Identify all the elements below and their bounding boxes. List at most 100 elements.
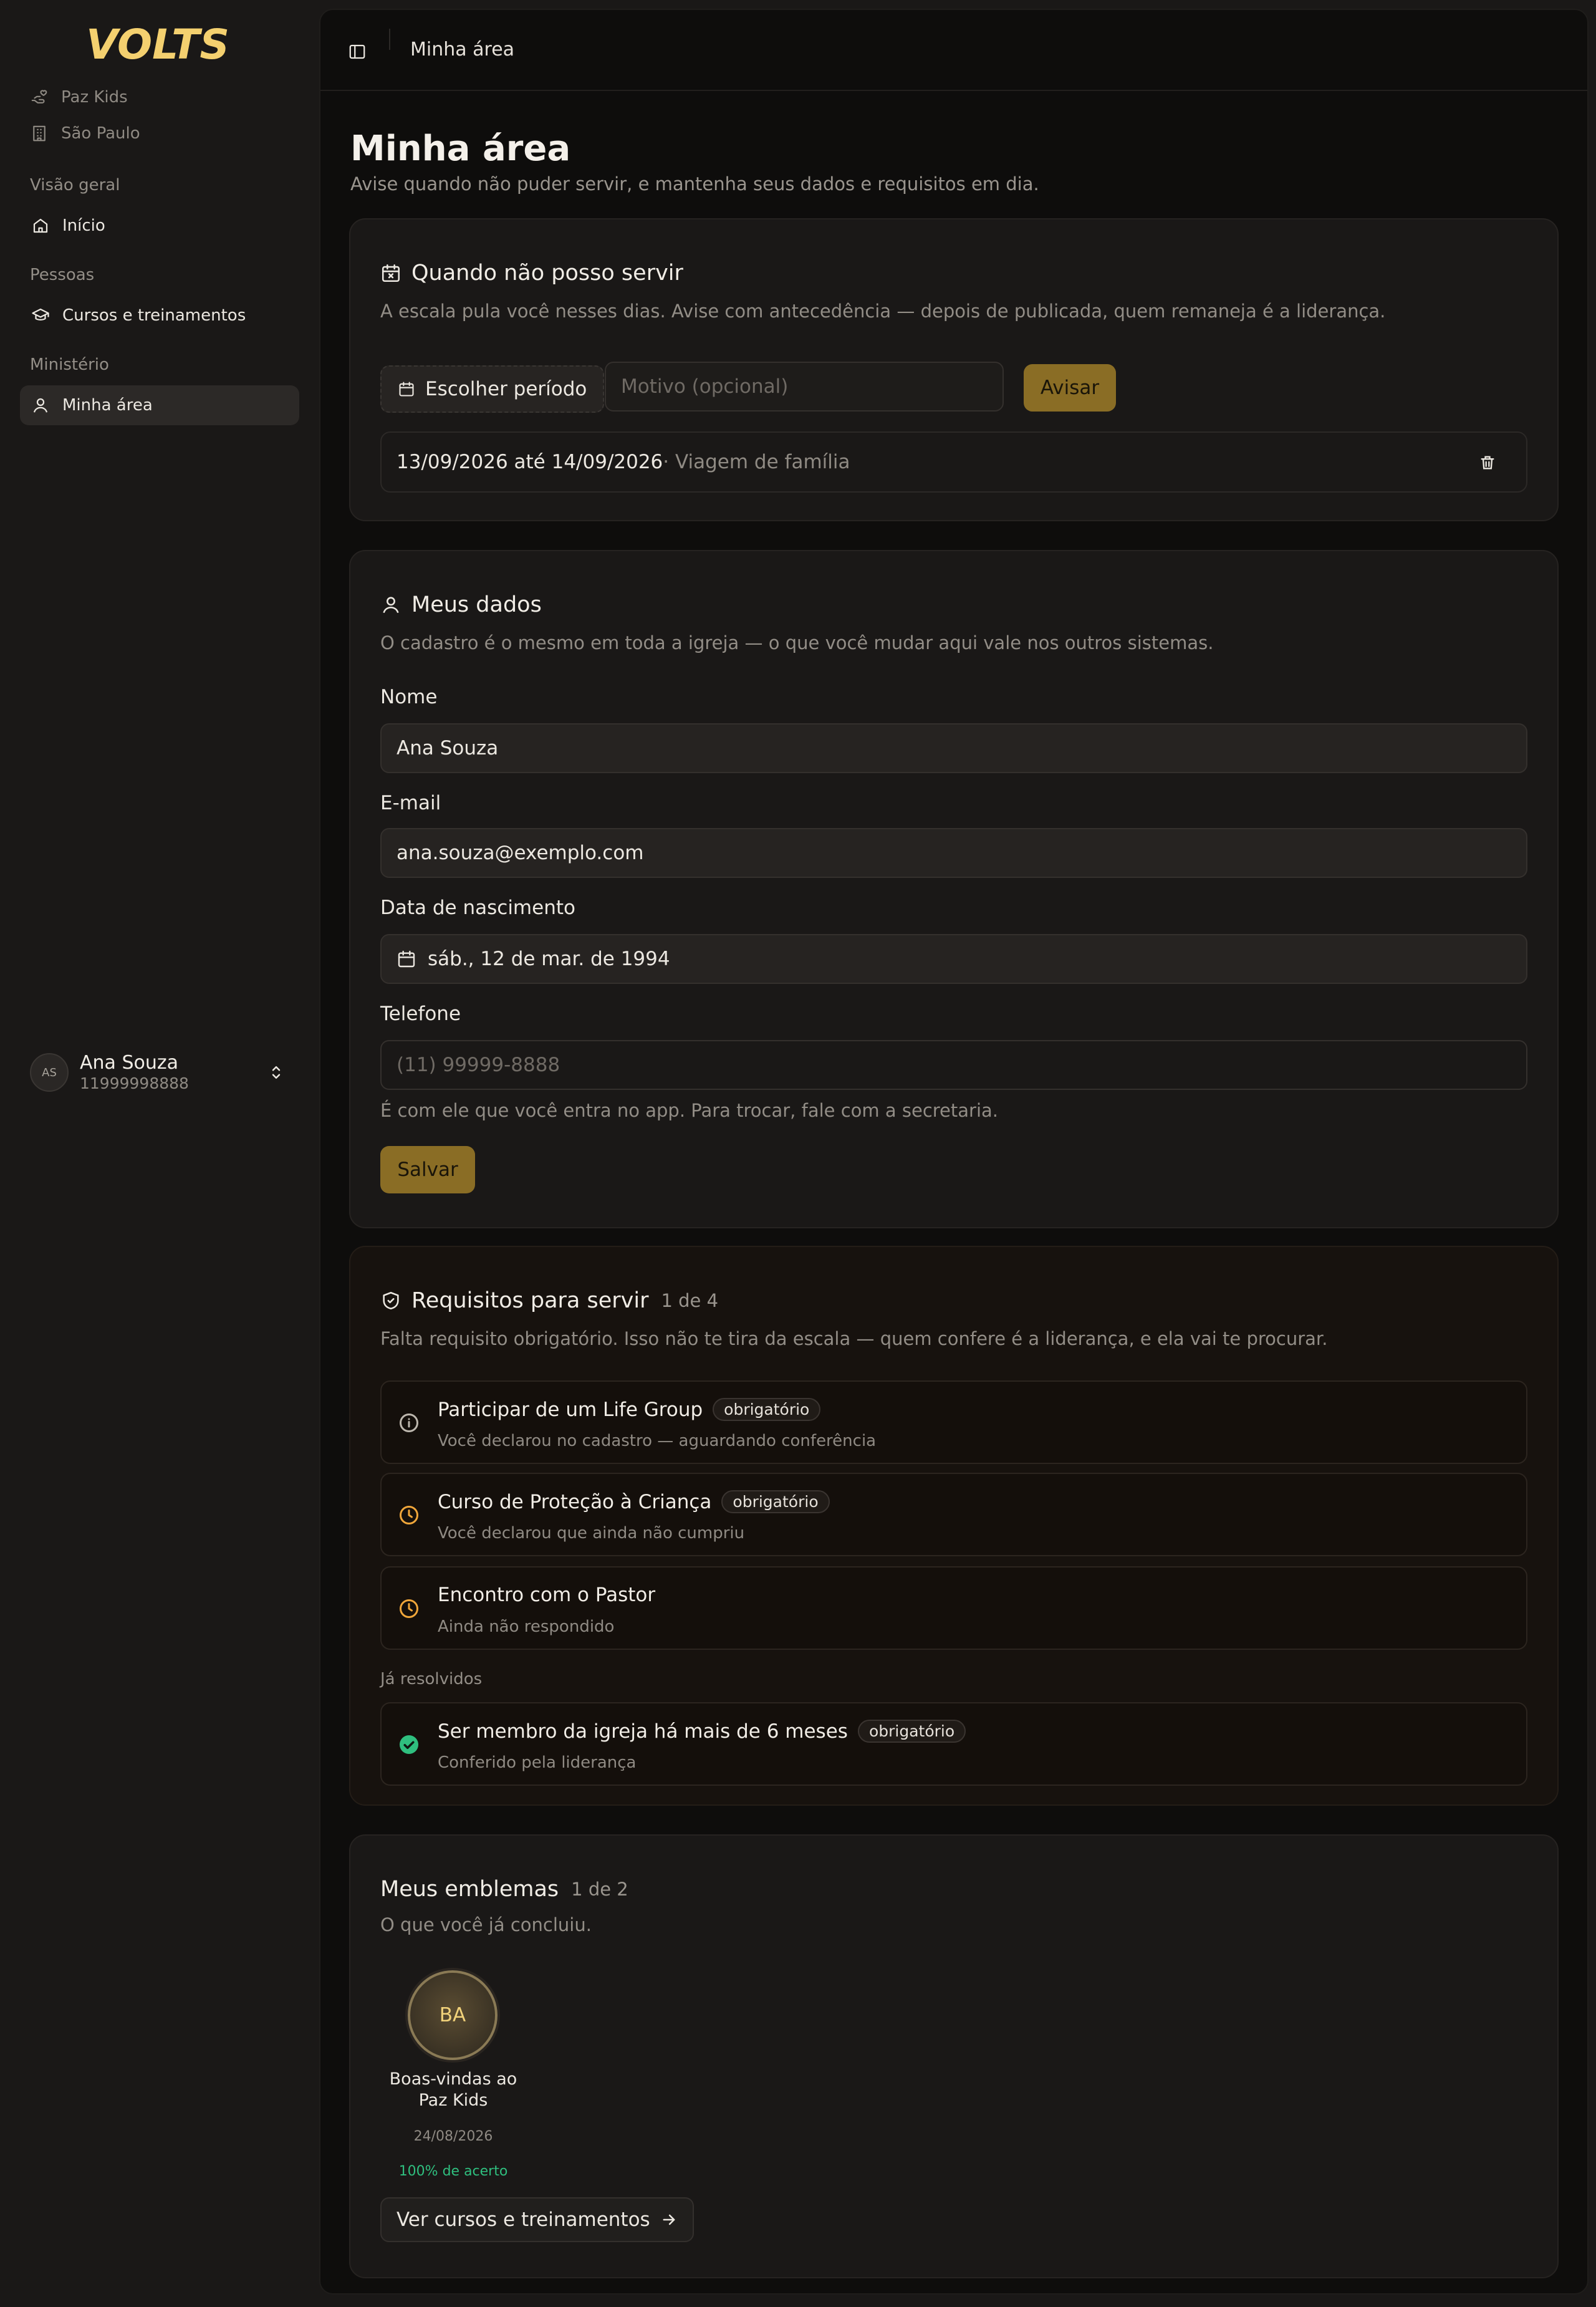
name-field[interactable]: Ana Souza [380,723,1527,773]
requirement-status: Conferido pela liderança [438,1753,637,1772]
email-field[interactable]: ana.souza@exemplo.com [380,828,1527,878]
required-badge: obrigatório [721,1490,830,1513]
card-title: Meus dados [380,592,542,617]
calendar-icon [399,382,414,397]
context-campus[interactable]: São Paulo [30,120,140,147]
info-icon [400,1414,418,1432]
user-icon [33,398,48,413]
requirement-item: Curso de Proteção à Criança obrigatório … [380,1473,1527,1556]
requirement-item-resolved: Ser membro da igreja há mais de 6 meses … [380,1702,1527,1786]
reason-input[interactable]: Motivo (opcional) [605,362,1004,412]
user-info: Ana Souza 11999998888 [80,1052,267,1093]
phone-label: Telefone [380,1003,461,1025]
check-circle-icon [400,1735,418,1754]
graduation-cap-icon [32,308,49,320]
divider [389,29,390,50]
breadcrumb: Minha área [410,39,515,60]
notify-button[interactable]: Avisar [1024,364,1116,412]
choose-period-button[interactable]: Escolher período [380,365,605,413]
page-subtitle: Avise quando não puder servir, e mantenh… [350,173,1039,195]
phone-field[interactable]: (11) 99999-8888 [380,1040,1527,1090]
card-title-text: Requisitos para servir [411,1288,649,1313]
profile-card: Meus dados O cadastro é o mesmo em toda … [349,550,1559,1228]
sidebar-item-label: Minha área [62,396,153,415]
card-description: O cadastro é o mesmo em toda a igreja — … [380,632,1214,653]
period-dates: 13/09/2026 até 14/09/2026 [397,451,663,473]
context-campus-label: São Paulo [61,124,140,143]
user-icon [383,597,399,614]
hand-heart-icon [31,90,47,104]
requirement-item: Participar de um Life Group obrigatório … [380,1380,1527,1464]
birth-date-field[interactable]: sáb., 12 de mar. de 1994 [380,934,1527,984]
card-description: O que você já concluiu. [380,1914,592,1935]
required-badge: obrigatório [857,1720,966,1743]
calendar-x-icon [382,264,400,282]
required-badge: obrigatório [713,1398,821,1421]
emblems-count: 1 de 2 [571,1879,628,1900]
requirement-item: Encontro com o Pastor Ainda não respondi… [380,1566,1527,1650]
view-courses-label: Ver cursos e treinamentos [397,2208,650,2231]
building-icon [33,125,46,142]
calendar-icon [398,950,415,968]
period-reason: · Viagem de família [663,451,850,473]
requirement-status: Você declarou no cadastro — aguardando c… [438,1432,877,1450]
requirement-title-row: Curso de Proteção à Criança obrigatório [438,1490,830,1513]
name-label: Nome [380,686,438,708]
emblem-name: Boas-vindas ao Paz Kids [389,2069,517,2110]
requirement-title-row: Participar de um Life Group obrigatório [438,1398,821,1421]
clock-icon [400,1506,418,1524]
sidebar-item-label: Início [62,216,105,235]
requirement-status: Você declarou que ainda não cumpriu [438,1524,745,1543]
home-icon [33,218,48,233]
sidebar-item-my-area[interactable]: Minha área [20,385,299,425]
requirement-title: Curso de Proteção à Criança [438,1490,712,1513]
section-label-people: Pessoas [30,266,95,284]
phone-hint: É com ele que você entra no app. Para tr… [380,1100,998,1121]
page-title: Minha área [350,128,571,169]
birth-date-value: sáb., 12 de mar. de 1994 [428,948,670,970]
requirement-title: Encontro com o Pastor [438,1584,656,1606]
sidebar-item-courses[interactable]: Cursos e treinamentos [20,296,299,335]
emblem-badge[interactable]: BA [408,1970,498,2060]
section-label-ministry: Ministério [30,355,109,374]
section-label-overview: Visão geral [30,176,120,195]
card-title-text: Meus dados [411,592,542,617]
card-description: A escala pula você nesses dias. Avise co… [380,301,1386,322]
trash-icon[interactable] [1479,454,1496,471]
context-ministry[interactable]: Paz Kids [30,84,128,111]
volts-logo[interactable]: VOLTS [70,22,246,65]
requirement-title-row: Ser membro da igreja há mais de 6 meses … [438,1720,966,1743]
emblem-score: 100% de acerto [398,2164,508,2179]
avatar: AS [30,1053,69,1092]
user-name: Ana Souza [80,1052,178,1074]
birth-date-label: Data de nascimento [380,897,575,919]
card-description: Falta requisito obrigatório. Isso não te… [380,1328,1328,1349]
user-phone: 11999998888 [80,1074,189,1092]
topbar: Minha área [320,10,1587,91]
card-title-text: Quando não posso servir [411,261,683,286]
requirement-title-row: Encontro com o Pastor [438,1584,655,1606]
shield-check-icon [383,1291,399,1310]
main-content: Minha área Minha área Avise quando não p… [319,9,1589,2295]
context-ministry-label: Paz Kids [61,88,128,107]
user-menu[interactable]: AS Ana Souza 11999998888 [30,1048,292,1097]
sidebar-item-home[interactable]: Início [20,206,299,246]
sidebar-toggle-icon[interactable] [348,42,367,61]
card-title: Meus emblemas 1 de 2 [380,1877,628,1902]
save-button[interactable]: Salvar [380,1146,475,1193]
sidebar-item-label: Cursos e treinamentos [62,306,246,325]
resolved-label: Já resolvidos [380,1670,483,1688]
view-courses-button[interactable]: Ver cursos e treinamentos [380,2197,694,2242]
arrow-right-icon [663,2214,675,2225]
logo-text: VOLTS [86,22,229,65]
clock-icon [400,1599,418,1618]
requirement-title: Ser membro da igreja há mais de 6 meses [438,1720,848,1743]
card-title-text: Meus emblemas [380,1877,559,1902]
requirements-card: Requisitos para servir 1 de 4 Falta requ… [349,1246,1559,1806]
chevrons-up-down-icon[interactable] [267,1063,286,1082]
unavailable-period-item: 13/09/2026 até 14/09/2026 · Viagem de fa… [380,431,1527,493]
email-label: E-mail [380,792,441,814]
unavailability-card: Quando não posso servir A escala pula vo… [349,218,1559,521]
requirement-title: Participar de um Life Group [438,1398,703,1421]
requirement-status: Ainda não respondido [438,1617,615,1636]
